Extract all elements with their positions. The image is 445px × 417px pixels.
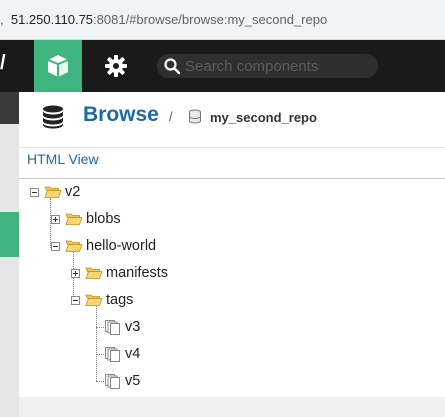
brand-fragment: /	[0, 52, 6, 74]
footer-strip	[19, 397, 445, 417]
folder-open-icon	[44, 186, 62, 198]
page-title[interactable]: Browse	[83, 103, 159, 127]
tree-connector	[96, 327, 104, 328]
search-input[interactable]	[185, 55, 373, 77]
file-stack-icon	[105, 374, 120, 389]
tree-node-label[interactable]: v4	[125, 346, 140, 362]
tree-node-label[interactable]: hello-world	[86, 238, 156, 254]
url-path: :8081/#browse/browse:my_second_repo	[93, 12, 328, 27]
folder-open-icon	[65, 213, 83, 225]
tree-connector	[96, 354, 104, 355]
collapse-toggle[interactable]	[30, 188, 39, 197]
cube-icon	[47, 55, 69, 77]
breadcrumb-repo-name: my_second_repo	[210, 110, 317, 125]
address-bar[interactable]: , 51.250.110.75:8081/#browse/browse:my_s…	[0, 0, 445, 40]
browse-nav-button[interactable]	[34, 40, 82, 92]
folder-open-icon	[85, 294, 103, 306]
tree-connector	[96, 381, 104, 382]
repository-icon	[189, 109, 201, 124]
folder-open-icon	[65, 240, 83, 252]
tree-node-label[interactable]: blobs	[86, 211, 121, 227]
settings-nav-button[interactable]	[96, 44, 136, 88]
url-prefix: ,	[0, 12, 4, 27]
collapse-toggle[interactable]	[71, 296, 80, 305]
url-text[interactable]: , 51.250.110.75:8081/#browse/browse:my_s…	[0, 12, 327, 27]
html-view-link[interactable]: HTML View	[27, 151, 99, 167]
expand-toggle[interactable]	[51, 215, 60, 224]
divider	[19, 178, 445, 179]
sidebar-top-strip	[0, 92, 19, 124]
collapse-toggle[interactable]	[51, 242, 60, 251]
tree-node-label[interactable]: manifests	[106, 265, 168, 281]
url-host: 51.250.110.75	[10, 12, 94, 27]
database-icon	[43, 105, 63, 129]
breadcrumb-separator: /	[169, 109, 173, 124]
tree-connector	[96, 306, 97, 381]
search-icon	[164, 58, 181, 75]
expand-toggle[interactable]	[71, 269, 80, 278]
sidebar-active-item[interactable]	[0, 212, 19, 257]
file-stack-icon	[105, 347, 120, 362]
folder-open-icon	[85, 267, 103, 279]
file-stack-icon	[105, 320, 120, 335]
tree-node-label[interactable]: tags	[106, 292, 133, 308]
tree-node-label[interactable]: v2	[65, 184, 80, 200]
tree-node-label[interactable]: v3	[125, 319, 140, 335]
tree-node-label[interactable]: v5	[125, 373, 140, 389]
gear-icon	[105, 55, 127, 77]
